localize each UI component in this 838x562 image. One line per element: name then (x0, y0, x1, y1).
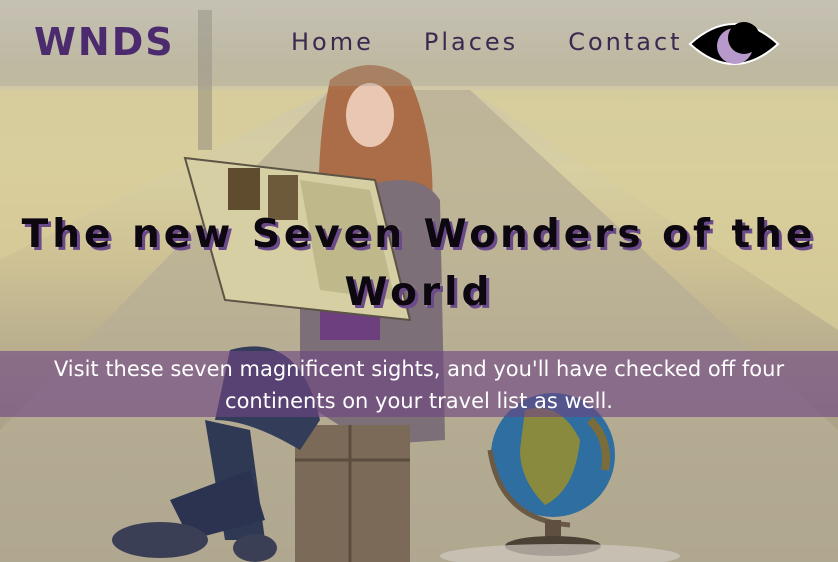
brand-logo-text[interactable]: WNDS (34, 20, 175, 64)
nav-links: Home Places Contact (291, 28, 683, 56)
moon-eye-icon[interactable] (687, 10, 781, 78)
hero-headline: The new Seven Wonders of the World (21, 212, 817, 315)
nav-link-contact[interactable]: Contact (568, 28, 682, 56)
top-navbar: WNDS Home Places Contact (0, 0, 838, 86)
nav-link-places[interactable]: Places (424, 28, 518, 56)
nav-link-home[interactable]: Home (291, 28, 374, 56)
hero-subtitle: Visit these seven magnificent sights, an… (53, 357, 785, 413)
